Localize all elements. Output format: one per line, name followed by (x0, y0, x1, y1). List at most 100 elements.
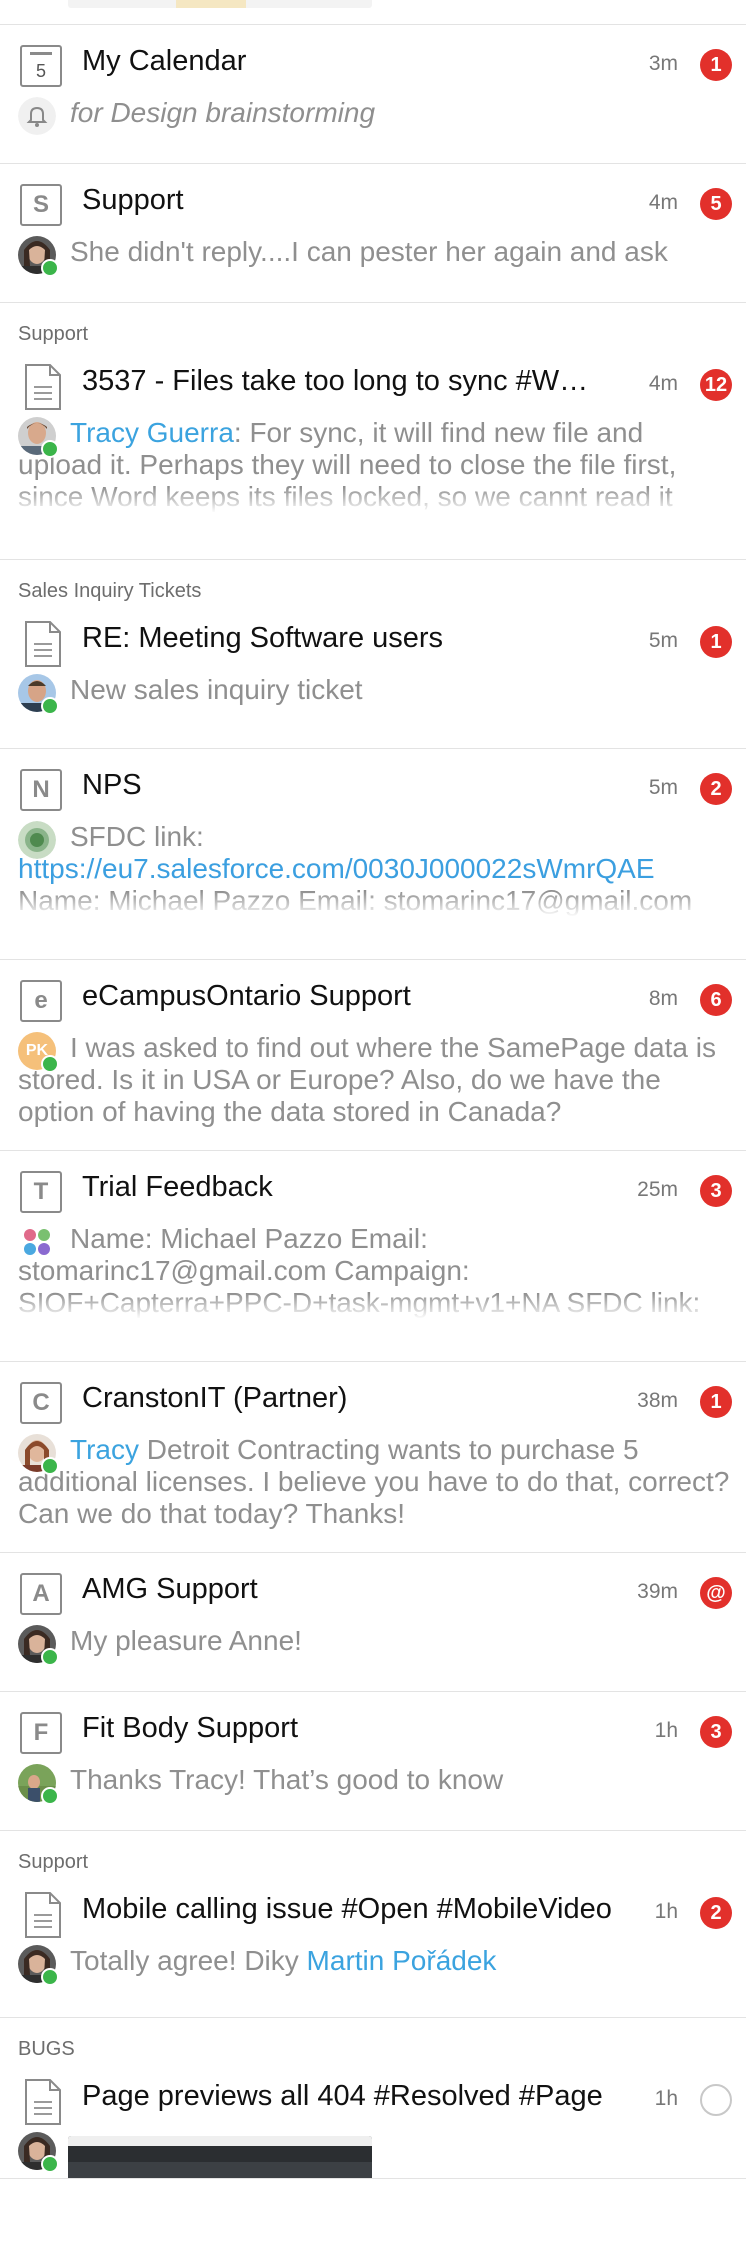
message-text: for Design brainstorming (18, 97, 730, 129)
conversation-title: RE: Meeting Software users (82, 622, 444, 654)
timestamp: 4m (648, 372, 678, 395)
online-status-dot (41, 440, 59, 458)
conversation-item[interactable]: 5 My Calendar 3m 1 for Design brainstorming (0, 25, 746, 164)
online-status-dot (41, 1787, 59, 1805)
timestamp: 4m (648, 191, 678, 214)
timestamp: 38m (637, 1389, 678, 1412)
document-icon (24, 363, 62, 411)
message-text: My pleasure Anne! (18, 1625, 730, 1657)
message-preview: Tracy Detroit Contracting wants to purch… (0, 1434, 746, 1530)
message-preview: New sales inquiry ticket (0, 674, 746, 715)
letter-f-icon: F (20, 1712, 62, 1754)
online-status-dot (41, 1055, 59, 1073)
conversation-header: A AMG Support 39m @ (0, 1553, 746, 1625)
conversation-title: NPS (82, 769, 142, 801)
message-preview: Thanks Tracy! That’s good to know (0, 1764, 746, 1805)
user-mention[interactable]: Martin Pořádek (307, 1945, 497, 1976)
unread-badge: 1 (700, 49, 732, 81)
conversation-header: F Fit Body Support 1h 3 (0, 1692, 746, 1764)
conversation-title: My Calendar (82, 45, 247, 77)
letter-t-icon: T (20, 1171, 62, 1213)
message-segment: I was asked to find out where the SamePa… (18, 1032, 716, 1127)
group-label: BUGS (18, 2038, 75, 2060)
conversation-item[interactable]: Sales Inquiry Tickets RE: Meeting Softwar… (0, 560, 746, 749)
document-icon (24, 1891, 62, 1939)
conversation-title: eCampusOntario Support (82, 980, 411, 1012)
message-segment: My pleasure Anne! (70, 1625, 302, 1656)
message-text: New sales inquiry ticket (18, 674, 730, 706)
conversation-title: AMG Support (82, 1573, 258, 1605)
timestamp: 39m (637, 1580, 678, 1603)
unread-badge: 2 (700, 1897, 732, 1929)
conversation-title: CranstonIT (Partner) (82, 1382, 348, 1414)
message-segment: New sales inquiry ticket (70, 674, 363, 705)
conversation-title: Page previews all 404 #Resolved #Page (82, 2080, 603, 2112)
calendar-icon: 5 (20, 45, 62, 87)
message-segment: for Design brainstorming (70, 97, 376, 128)
app-logo-avatar (18, 1223, 56, 1261)
online-status-dot (41, 697, 59, 715)
online-status-dot (41, 1648, 59, 1666)
conversation-title: 3537 - Files take too long to sync #W… (82, 365, 589, 397)
outdoor-avatar (18, 1764, 59, 1805)
unread-badge: 2 (700, 773, 732, 805)
letter-n-icon: N (20, 769, 62, 811)
message-preview: Tracy Guerra: For sync, it will find new… (0, 417, 746, 513)
conversation-header: S Support 4m 5 (0, 164, 746, 236)
online-status-dot (41, 1968, 59, 1986)
message-text: Totally agree! Diky Martin Pořádek (18, 1945, 730, 1977)
conversation-title: Fit Body Support (82, 1712, 298, 1744)
timestamp: 3m (648, 52, 678, 75)
unread-badge: 12 (700, 369, 732, 401)
message-preview: My pleasure Anne! (0, 1625, 746, 1666)
conversation-item[interactable]: A AMG Support 39m @ My pleasure Anne! (0, 1553, 746, 1692)
initials-avatar: PK (18, 1032, 59, 1073)
conversation-item[interactable]: C CranstonIT (Partner) 38m 1 Tracy Detroit C… (0, 1362, 746, 1553)
online-status-dot (41, 2155, 59, 2173)
conversation-item[interactable]: S Support 4m 5 She didn't reply....I can pes… (0, 164, 746, 303)
user-mention[interactable]: Tracy (70, 1434, 139, 1465)
unread-badge: 5 (700, 188, 732, 220)
conversation-title: Trial Feedback (82, 1171, 273, 1203)
message-link[interactable]: https://eu7.salesforce.com/0030J000022sW… (18, 853, 655, 884)
conversation-header: N NPS 5m 2 (0, 749, 746, 821)
document-icon (24, 2078, 62, 2126)
timestamp: 1h (654, 1900, 678, 1923)
conversation-header: Page previews all 404 #Resolved #Page 1h (0, 2060, 746, 2132)
message-segment: She didn't reply....I can pester her aga… (70, 236, 668, 267)
group-label: Support (18, 1851, 89, 1873)
user-mention[interactable]: Tracy Guerra (70, 417, 234, 448)
man-avatar (18, 417, 59, 458)
woman-avatar (18, 1945, 59, 1986)
conversation-list: 5 My Calendar 3m 1 for Design brainstorming S… (0, 25, 746, 2179)
group-label: Sales Inquiry Tickets (18, 580, 202, 602)
empty-status-circle (700, 2084, 732, 2116)
bot-avatar (18, 821, 56, 859)
conversation-header: RE: Meeting Software users 5m 1 (0, 602, 746, 674)
unread-badge: @ (700, 1577, 732, 1609)
conversation-header: 5 My Calendar 3m 1 (0, 25, 746, 97)
woman-avatar (18, 236, 59, 277)
timestamp: 25m (637, 1178, 678, 1201)
conversation-item[interactable]: T Trial Feedback 25m 3 Name: Michael Pazzo E… (0, 1151, 746, 1362)
conversation-item[interactable]: BUGS Page previews all 404 #Resolved #Pag… (0, 2018, 746, 2179)
conversation-item[interactable]: Support 3537 - Files take too long to syn… (0, 303, 746, 560)
letter-a-icon: A (20, 1573, 62, 1615)
unread-badge: 1 (700, 1386, 732, 1418)
message-segment: Thanks Tracy! That’s good to know (70, 1764, 504, 1795)
message-text: Thanks Tracy! That’s good to know (18, 1764, 730, 1796)
woman-avatar-2 (18, 1434, 59, 1475)
conversation-item[interactable]: Support Mobile calling issue #Open #Mobil… (0, 1831, 746, 2018)
group-label: Support (18, 323, 89, 345)
message-segment: Totally agree! Diky (70, 1945, 307, 1976)
page-preview-thumbnail[interactable]: Meeting AgendaCreate useful file librari… (68, 2136, 372, 2178)
message-preview: Totally agree! Diky Martin Pořádek (0, 1945, 746, 1986)
conversation-item[interactable]: N NPS 5m 2 SFDC link: https://eu7.salesforce… (0, 749, 746, 960)
conversation-header: C CranstonIT (Partner) 38m 1 (0, 1362, 746, 1434)
message-preview: She didn't reply....I can pester her aga… (0, 236, 746, 277)
conversation-item[interactable]: F Fit Body Support 1h 3 Thanks Tracy! That’s… (0, 1692, 746, 1831)
message-text: Tracy Detroit Contracting wants to purch… (18, 1434, 730, 1530)
message-preview: SFDC link: https://eu7.salesforce.com/00… (0, 821, 746, 917)
online-status-dot (41, 1457, 59, 1475)
conversation-item[interactable]: e eCampusOntario Support 8m 6 PK I was asked … (0, 960, 746, 1151)
